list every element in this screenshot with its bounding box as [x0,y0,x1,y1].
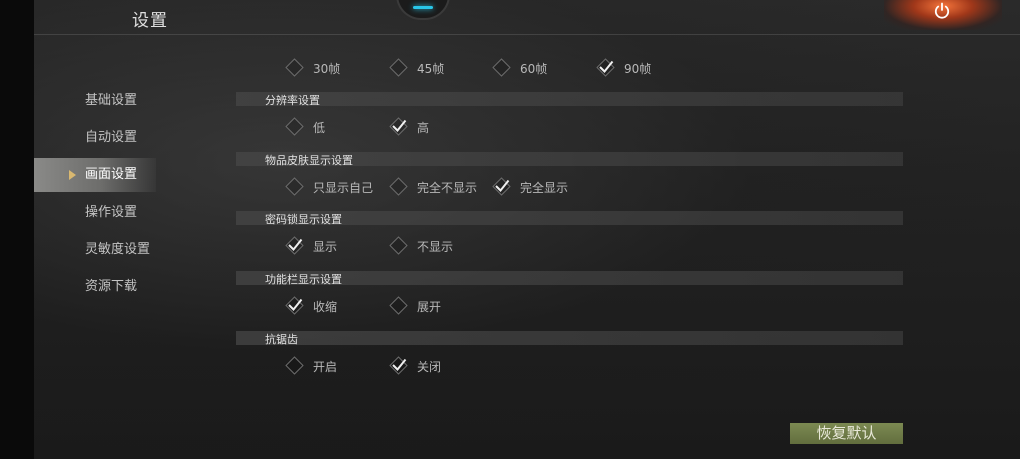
sidebar-item-label: 自动设置 [85,130,138,145]
checkmark-icon [495,179,510,192]
header-divider [34,34,1020,35]
active-arrow-icon [69,170,76,180]
checkmark-icon [392,358,407,371]
sidebar-item-label: 资源下载 [85,279,138,294]
power-icon [934,2,950,19]
sidebar-item-controls[interactable]: 操作设置 [34,196,156,230]
restore-defaults-button[interactable]: 恢复默认 [790,423,903,444]
section-bar [236,331,903,345]
option-label: 展开 [417,300,442,314]
section-title-antialias: 抗锯齿 [265,333,298,346]
section-title-resolution: 分辨率设置 [265,94,320,107]
sidebar-item-basic[interactable]: 基础设置 [34,84,156,118]
sidebar-item-auto[interactable]: 自动设置 [34,121,156,155]
option-label: 30帧 [313,62,341,76]
option-label: 45帧 [417,62,445,76]
option-label: 关闭 [417,360,442,374]
option-label: 只显示自己 [313,181,374,195]
checkmark-icon [288,298,303,311]
left-edge [0,0,34,459]
option-label: 低 [313,121,326,135]
option-label: 完全显示 [520,181,569,195]
section-title-skin-display: 物品皮肤显示设置 [265,154,353,167]
checkmark-icon [599,60,614,73]
sidebar-item-sensitivity[interactable]: 灵敏度设置 [34,233,156,267]
option-label: 90帧 [624,62,652,76]
sidebar-item-label: 灵敏度设置 [85,242,151,257]
option-label: 60帧 [520,62,548,76]
option-label: 开启 [313,360,338,374]
section-title-lock-display: 密码锁显示设置 [265,213,342,226]
checkmark-icon [288,238,303,251]
power-button[interactable] [884,0,1002,30]
option-label: 显示 [313,240,338,254]
section-title-toolbar-display: 功能栏显示设置 [265,273,342,286]
sidebar-item-download[interactable]: 资源下载 [34,270,156,304]
sidebar-item-label: 画面设置 [85,167,138,182]
sidebar-item-label: 操作设置 [85,205,138,220]
sidebar-item-label: 基础设置 [85,93,138,108]
option-label: 高 [417,121,430,135]
page-title: 设置 [132,11,168,31]
option-label: 收缩 [313,300,338,314]
section-bar [236,92,903,106]
option-label: 完全不显示 [417,181,478,195]
sidebar-item-graphics[interactable]: 画面设置 [34,158,156,192]
option-label: 不显示 [417,240,454,254]
checkmark-icon [392,119,407,132]
